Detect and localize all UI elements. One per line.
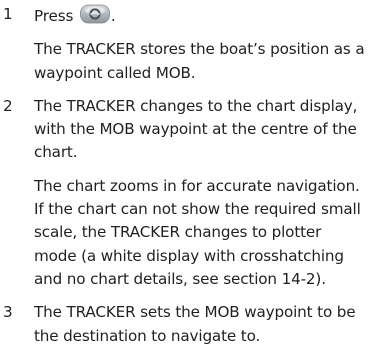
press-label: Press [34,7,74,25]
step-paragraph: The TRACKER stores the boat’s position a… [34,38,382,85]
text-line: The TRACKER changes to the chart display… [34,96,358,115]
text-line: mode (a white display with crosshatching [34,246,344,265]
text-line: with the MOB waypoint at the centre of t… [34,120,357,139]
text-line: the destination to navigate to. [34,326,261,345]
step-paragraph: The TRACKER changes to the chart display… [34,95,382,165]
text-line: waypoint called MOB. [34,63,196,82]
text-line: scale, the TRACKER changes to plotter [34,223,322,242]
step-paragraph: The chart zooms in for accurate navigati… [34,175,382,291]
text-line: If the chart can not show the required s… [34,200,361,219]
text-line: The TRACKER sets the MOB waypoint to be [34,303,356,322]
press-line: Press . [34,3,382,28]
step-number: 2 [3,96,13,115]
mob-key-icon [79,3,111,25]
text-line: chart. [34,143,78,162]
step-number: 3 [3,303,13,322]
press-suffix: . [110,7,116,25]
step-1: 1 Press . The TRACKER stores the boat’s … [0,3,382,85]
text-line: and no chart details, see section 14-2). [34,269,326,288]
text-line: The chart zooms in for accurate navigati… [34,176,360,195]
step-2: 2 The TRACKER changes to the chart displ… [0,95,382,291]
text-line: The TRACKER stores the boat’s position a… [34,40,365,59]
step-number: 1 [3,5,13,23]
instruction-list: 1 Press . The TRACKER stores the boat’s … [0,3,382,348]
